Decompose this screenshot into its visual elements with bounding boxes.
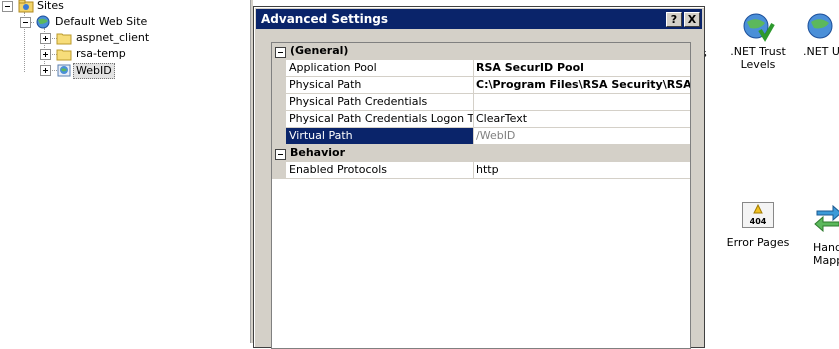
feature-label: .NET U — [803, 45, 839, 58]
property-row-virtual-path[interactable]: Virtual Path /WebID — [272, 128, 690, 145]
sites-folder-icon — [18, 0, 34, 13]
property-name[interactable]: Physical Path Credentials Logon Type — [286, 111, 474, 128]
handler-mappings-icon — [814, 204, 839, 233]
row-gutter — [272, 77, 286, 94]
feature-label: Hand Mappi — [813, 241, 839, 267]
collapse-toggle[interactable] — [2, 1, 13, 12]
help-button[interactable]: ? — [666, 12, 682, 27]
property-row-application-pool[interactable]: Application Pool RSA SecurID Pool — [272, 60, 690, 77]
property-row-enabled-protocols[interactable]: Enabled Protocols http — [272, 162, 690, 179]
collapse-category-icon[interactable] — [275, 47, 286, 58]
row-gutter — [272, 128, 286, 145]
feature-label: .NET Trust Levels — [730, 45, 786, 71]
expand-toggle[interactable] — [40, 33, 51, 44]
property-name[interactable]: Physical Path — [286, 77, 474, 94]
tree-label: aspnet_client — [76, 31, 150, 44]
features-pane: s .NET Trust Levels .NET U 404 Error Pag… — [700, 0, 839, 343]
dialog-titlebar[interactable]: Advanced Settings ? X — [256, 9, 702, 29]
property-value[interactable] — [473, 94, 690, 111]
warning-icon — [753, 204, 763, 214]
error-badge: 404 — [749, 217, 767, 226]
tree-label: rsa-temp — [76, 47, 126, 60]
property-row-logon-type[interactable]: Physical Path Credentials Logon Type Cle… — [272, 111, 690, 128]
property-name[interactable]: Physical Path Credentials — [286, 94, 474, 111]
property-row-physical-path-credentials[interactable]: Physical Path Credentials — [272, 94, 690, 111]
row-gutter — [272, 162, 286, 179]
property-value[interactable]: http — [473, 162, 690, 179]
net-trust-levels-icon — [743, 13, 775, 42]
feature-net-trust-levels[interactable]: .NET Trust Levels — [728, 10, 788, 71]
property-row-physical-path[interactable]: Physical Path C:\Program Files\RSA Secur… — [272, 77, 690, 94]
folder-icon — [56, 33, 72, 45]
net-globe-icon — [807, 13, 833, 39]
feature-label: Error Pages — [726, 236, 790, 249]
expand-toggle[interactable] — [40, 65, 51, 76]
category-name: Behavior — [290, 146, 346, 159]
tree-label: Default Web Site — [55, 15, 148, 28]
row-gutter — [272, 111, 286, 128]
property-value[interactable]: C:\Program Files\RSA Security\RSAW — [473, 77, 690, 94]
property-name[interactable]: Virtual Path — [286, 128, 474, 145]
collapse-toggle[interactable] — [20, 17, 31, 28]
tree-label: WebID — [73, 63, 115, 79]
close-button[interactable]: X — [684, 12, 700, 27]
error-pages-icon: 404 — [742, 202, 774, 228]
category-general[interactable]: (General) — [272, 43, 690, 60]
category-behavior[interactable]: Behavior — [272, 145, 690, 162]
property-name[interactable]: Application Pool — [286, 60, 474, 77]
feature-handler-mappings[interactable]: Hand Mappi — [813, 202, 839, 267]
feature-net-u[interactable]: .NET U — [803, 10, 839, 58]
property-value[interactable]: /WebID — [473, 128, 690, 145]
feature-error-pages[interactable]: 404 Error Pages — [726, 202, 790, 249]
tree-label: Sites — [37, 0, 64, 12]
folder-icon — [56, 49, 72, 61]
row-gutter — [272, 60, 286, 77]
advanced-settings-dialog: Advanced Settings ? X (General) Applicat… — [253, 6, 705, 349]
property-name[interactable]: Enabled Protocols — [286, 162, 474, 179]
expand-toggle[interactable] — [40, 49, 51, 60]
property-grid-empty-area — [272, 179, 690, 348]
globe-icon — [36, 15, 50, 29]
web-application-icon — [57, 64, 71, 77]
row-gutter — [272, 94, 286, 111]
collapse-category-icon[interactable] — [275, 149, 286, 160]
dialog-title: Advanced Settings — [261, 12, 389, 26]
property-value[interactable]: ClearText — [473, 111, 690, 128]
property-value[interactable]: RSA SecurID Pool — [473, 60, 690, 77]
category-name: (General) — [290, 44, 349, 57]
property-grid[interactable]: (General) Application Pool RSA SecurID P… — [271, 42, 691, 349]
site-tree: Sites Default Web Site aspnet_client rsa… — [0, 0, 250, 343]
